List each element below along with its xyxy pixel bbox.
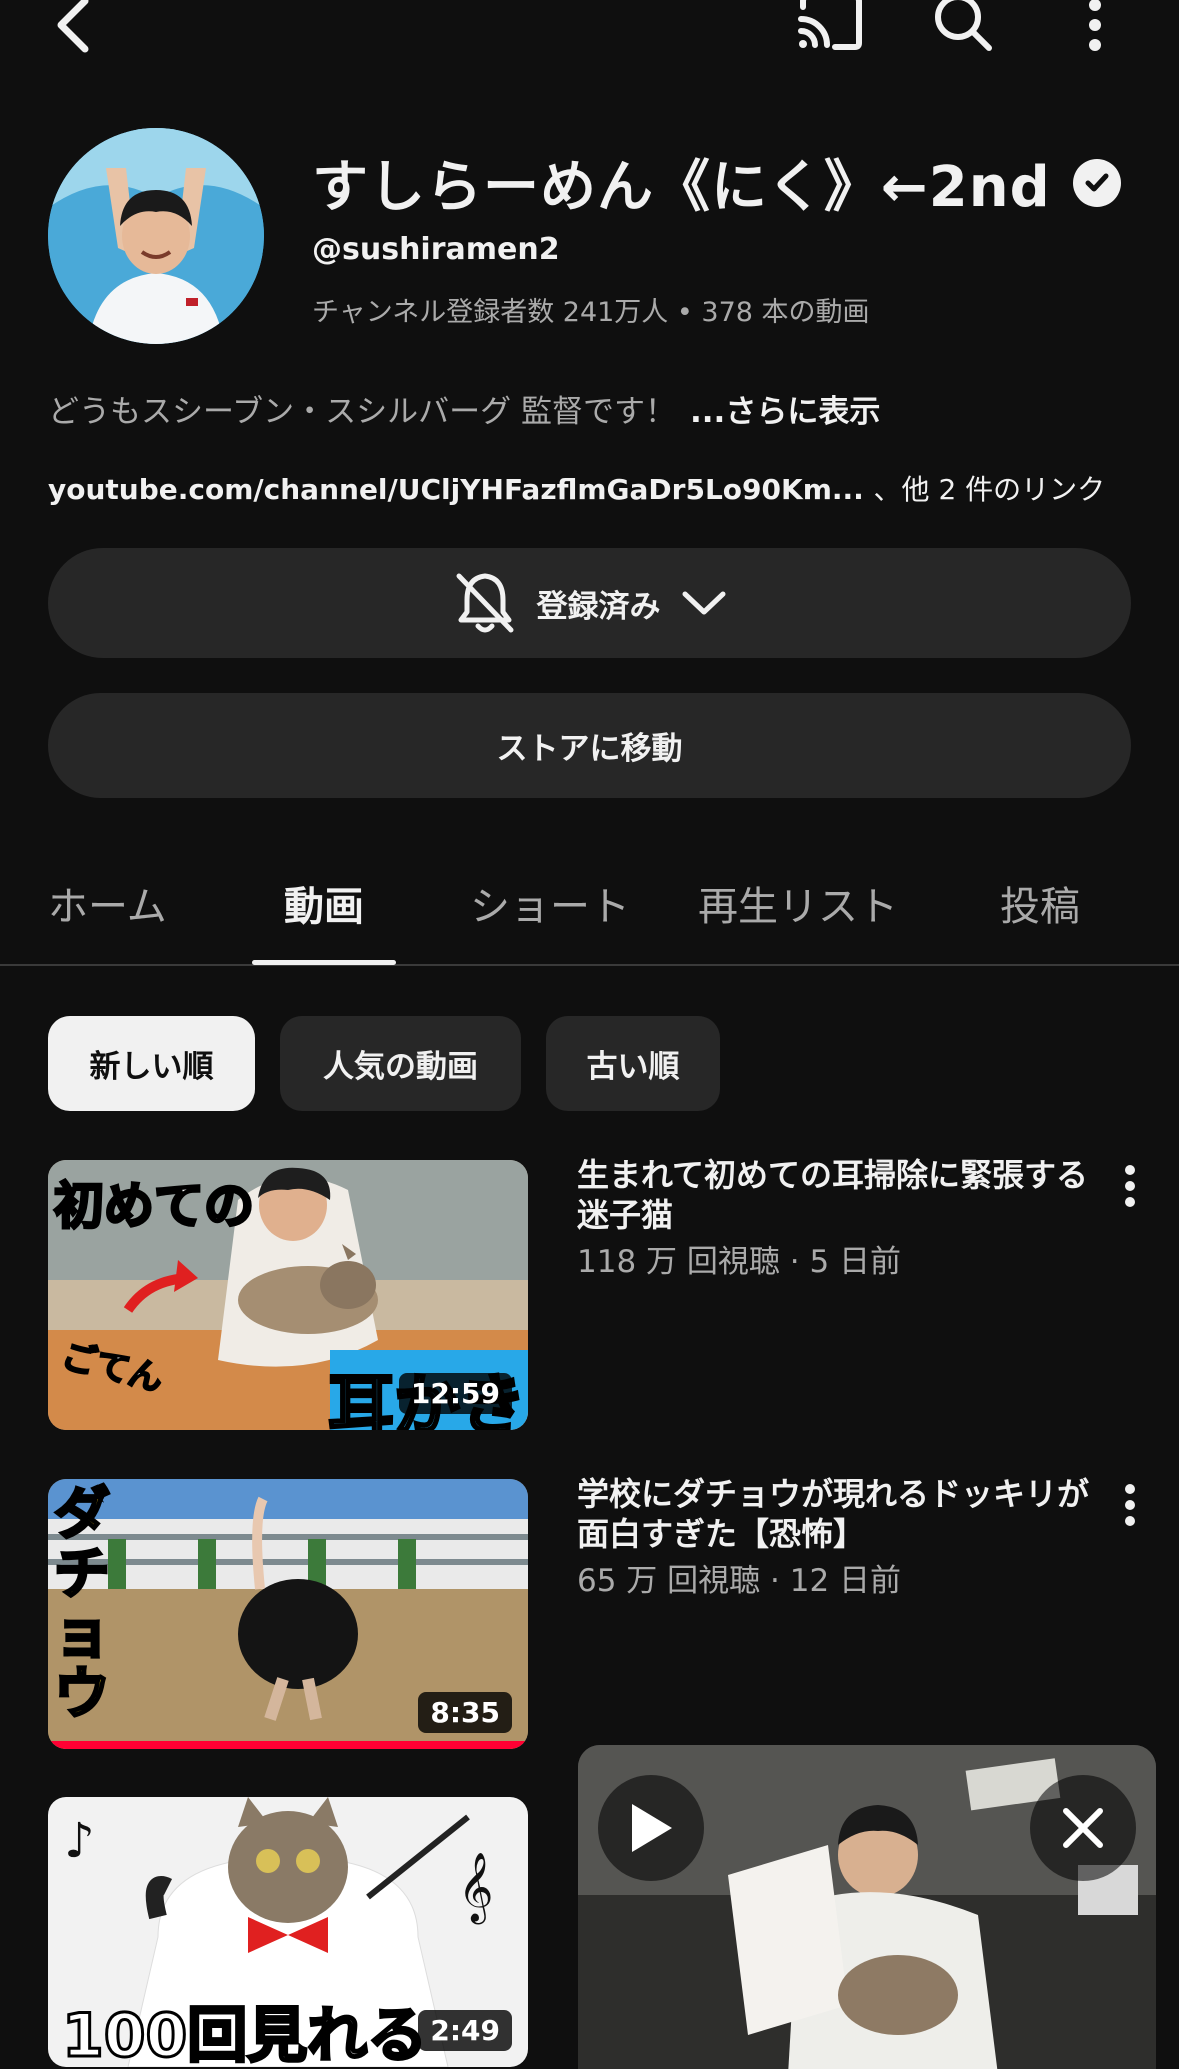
video-meta: 118 万 回視聴 · 5 日前 [577,1244,902,1280]
channel-description[interactable]: どうもスシーブン・スシルバーグ 監督です！ ...さらに表示 [48,386,880,431]
watched-progress-bar [48,1741,528,1749]
video-more-icon[interactable] [1108,1156,1152,1216]
video-title[interactable]: 学校にダチョウが現れるドッキリが面白すぎた【恐怖】 [577,1474,1097,1554]
show-more-link[interactable]: ...さらに表示 [690,394,880,430]
video-more-icon[interactable] [1108,1475,1152,1535]
svg-text:♪: ♪ [64,1813,95,1869]
video-duration: 12:59 [398,1373,512,1414]
active-tab-indicator [252,960,396,965]
chip-newest[interactable]: 新しい順 [48,1016,255,1111]
channel-stats: チャンネル登録者数 241万人 • 378 本の動画 [312,290,870,329]
tab-playlists[interactable]: 再生リスト [698,874,898,932]
play-icon[interactable] [598,1775,704,1881]
stats-separator: • [668,297,702,328]
tab-shorts[interactable]: ショート [470,874,630,932]
cast-icon[interactable] [795,0,865,62]
channel-name-text: すしらーめん《にく》←2nd [312,155,1051,220]
bell-off-icon [456,573,513,633]
video-duration: 8:35 [418,1692,512,1733]
store-label: ストアに移動 [496,731,683,767]
more-vert-icon[interactable] [1060,0,1130,62]
channel-name: すしらーめん《にく》←2nd [312,142,1121,223]
video-thumbnail[interactable]: 初めての ごてん 耳かき 12:59 [48,1160,528,1430]
tab-home[interactable]: ホーム [48,874,167,932]
description-text: どうもスシーブン・スシルバーグ 監督です！ [48,394,676,430]
search-icon[interactable] [928,0,998,62]
subscribed-button[interactable]: 登録済み [48,548,1131,658]
thumbnail-caption-top: 初めての [53,1176,256,1237]
channel-link[interactable]: youtube.com/channel/UCljYHFazflmGaDr5Lo9… [48,473,864,506]
channel-tabs: ホーム 動画 ショート 再生リスト 投稿 [0,860,1179,966]
mini-player[interactable] [578,1745,1156,2069]
close-icon[interactable] [1030,1775,1136,1881]
video-meta: 65 万 回視聴 · 12 日前 [577,1563,902,1599]
other-links[interactable]: 、他 2 件のリンク [874,473,1106,506]
video-duration: 2:49 [418,2010,512,2051]
thumbnail-caption-side: ダチョウ [53,1482,112,1727]
channel-handle: @sushiramen2 [312,232,560,267]
channel-avatar[interactable] [48,128,264,344]
top-bar [0,0,1179,60]
chevron-down-icon [682,591,725,615]
subscriber-count: チャンネル登録者数 241万人 [312,297,669,328]
verified-icon [1072,158,1121,207]
tab-videos[interactable]: 動画 [284,874,364,932]
channel-links[interactable]: youtube.com/channel/UCljYHFazflmGaDr5Lo9… [48,468,1105,508]
channel-page: すしらーめん《にく》←2nd @sushiramen2 チャンネル登録者数 24… [0,0,1179,2069]
back-arrow-icon[interactable] [38,0,108,62]
store-button[interactable]: ストアに移動 [48,693,1131,798]
video-thumbnail[interactable]: ダチョウ 8:35 [48,1479,528,1749]
chip-oldest[interactable]: 古い順 [546,1016,720,1111]
subscribed-label: 登録済み [536,588,661,625]
video-title[interactable]: 生まれて初めての耳掃除に緊張する迷子猫 [577,1155,1097,1235]
tab-posts[interactable]: 投稿 [1000,874,1080,932]
video-count: 378 本の動画 [701,297,870,328]
video-thumbnail[interactable]: ♪ 𝄞 100回見れる 2:49 [48,1797,528,2067]
chip-popular[interactable]: 人気の動画 [280,1016,521,1111]
svg-text:𝄞: 𝄞 [458,1852,493,1924]
thumbnail-caption-bottom: 100回見れる [60,2000,428,2068]
